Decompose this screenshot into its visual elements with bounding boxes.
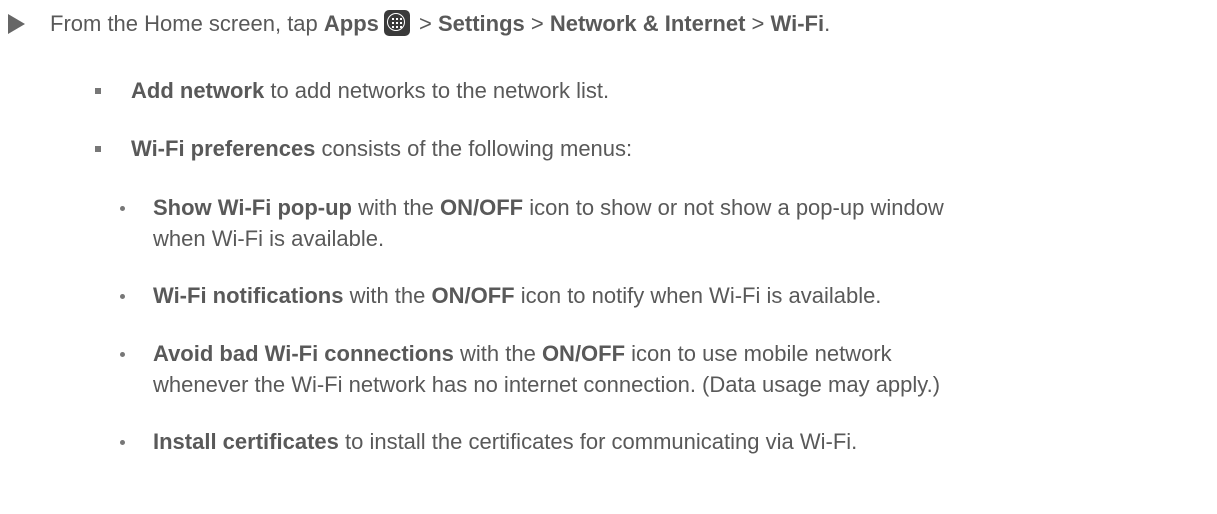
- apps-label: Apps: [323, 11, 379, 36]
- step-prefix: From the Home screen, tap: [50, 11, 324, 36]
- sub-item-show-wifi-popup: Show Wi-Fi pop-up with the ON/OFF icon t…: [153, 194, 944, 222]
- square-bullet-icon: [95, 146, 101, 152]
- dot-bullet-icon: [120, 294, 125, 299]
- step-arrow-icon: [8, 14, 25, 34]
- dot-bullet-icon: [120, 206, 125, 211]
- wifi-label: Wi-Fi: [770, 11, 825, 36]
- sub-item-text: to install the certificates for communic…: [338, 429, 858, 454]
- sub-item-term: Wi-Fi notifications: [153, 283, 344, 308]
- sub-item-install-certificates: Install certificates to install the cert…: [153, 428, 857, 456]
- sub-item-text: with the: [343, 283, 432, 308]
- sub-item-continuation: when Wi-Fi is available.: [153, 226, 385, 251]
- sub-item-text: with the: [453, 341, 542, 366]
- list-item-term: Add network: [131, 78, 265, 103]
- dot-bullet-icon: [120, 440, 125, 445]
- sub-item-term: Install certificates: [153, 429, 339, 454]
- separator: >: [745, 11, 771, 36]
- sub-item-wifi-notifications: Wi-Fi notifications with the ON/OFF icon…: [153, 282, 881, 310]
- sub-item-text: with the: [351, 195, 441, 220]
- separator: >: [412, 11, 438, 36]
- sub-item-avoid-bad-connections: Avoid bad Wi-Fi connections with the ON/…: [153, 340, 892, 368]
- settings-label: Settings: [437, 11, 525, 36]
- onoff-label: ON/OFF: [440, 195, 524, 220]
- onoff-label: ON/OFF: [541, 341, 626, 366]
- list-item-text: to add networks to the network list.: [264, 78, 610, 103]
- sub-item-text: icon to notify when Wi-Fi is available.: [514, 283, 882, 308]
- period: .: [824, 11, 831, 36]
- separator: >: [524, 11, 550, 36]
- instructions-page: From the Home screen, tap Apps > Setting…: [0, 0, 1217, 514]
- onoff-label: ON/OFF: [431, 283, 515, 308]
- list-item-term: Wi-Fi preferences: [131, 136, 316, 161]
- sub-item-text: icon to use mobile network: [625, 341, 892, 366]
- sub-item-text: icon to show or not show a pop-up window: [523, 195, 944, 220]
- list-item-add-network: Add network to add networks to the netwo…: [131, 77, 609, 105]
- network-internet-label: Network & Internet: [549, 11, 746, 36]
- list-item-wifi-preferences: Wi-Fi preferences consists of the follow…: [131, 135, 632, 163]
- sub-item-term: Show Wi-Fi pop-up: [153, 195, 352, 220]
- apps-grid-icon: [383, 10, 410, 37]
- sub-item-continuation: whenever the Wi-Fi network has no intern…: [153, 372, 941, 397]
- dot-bullet-icon: [120, 352, 125, 357]
- sub-item-term: Avoid bad Wi-Fi connections: [153, 341, 454, 366]
- square-bullet-icon: [95, 88, 101, 94]
- step-instruction: From the Home screen, tap Apps > Setting…: [50, 10, 830, 38]
- list-item-text: consists of the following menus:: [315, 136, 633, 161]
